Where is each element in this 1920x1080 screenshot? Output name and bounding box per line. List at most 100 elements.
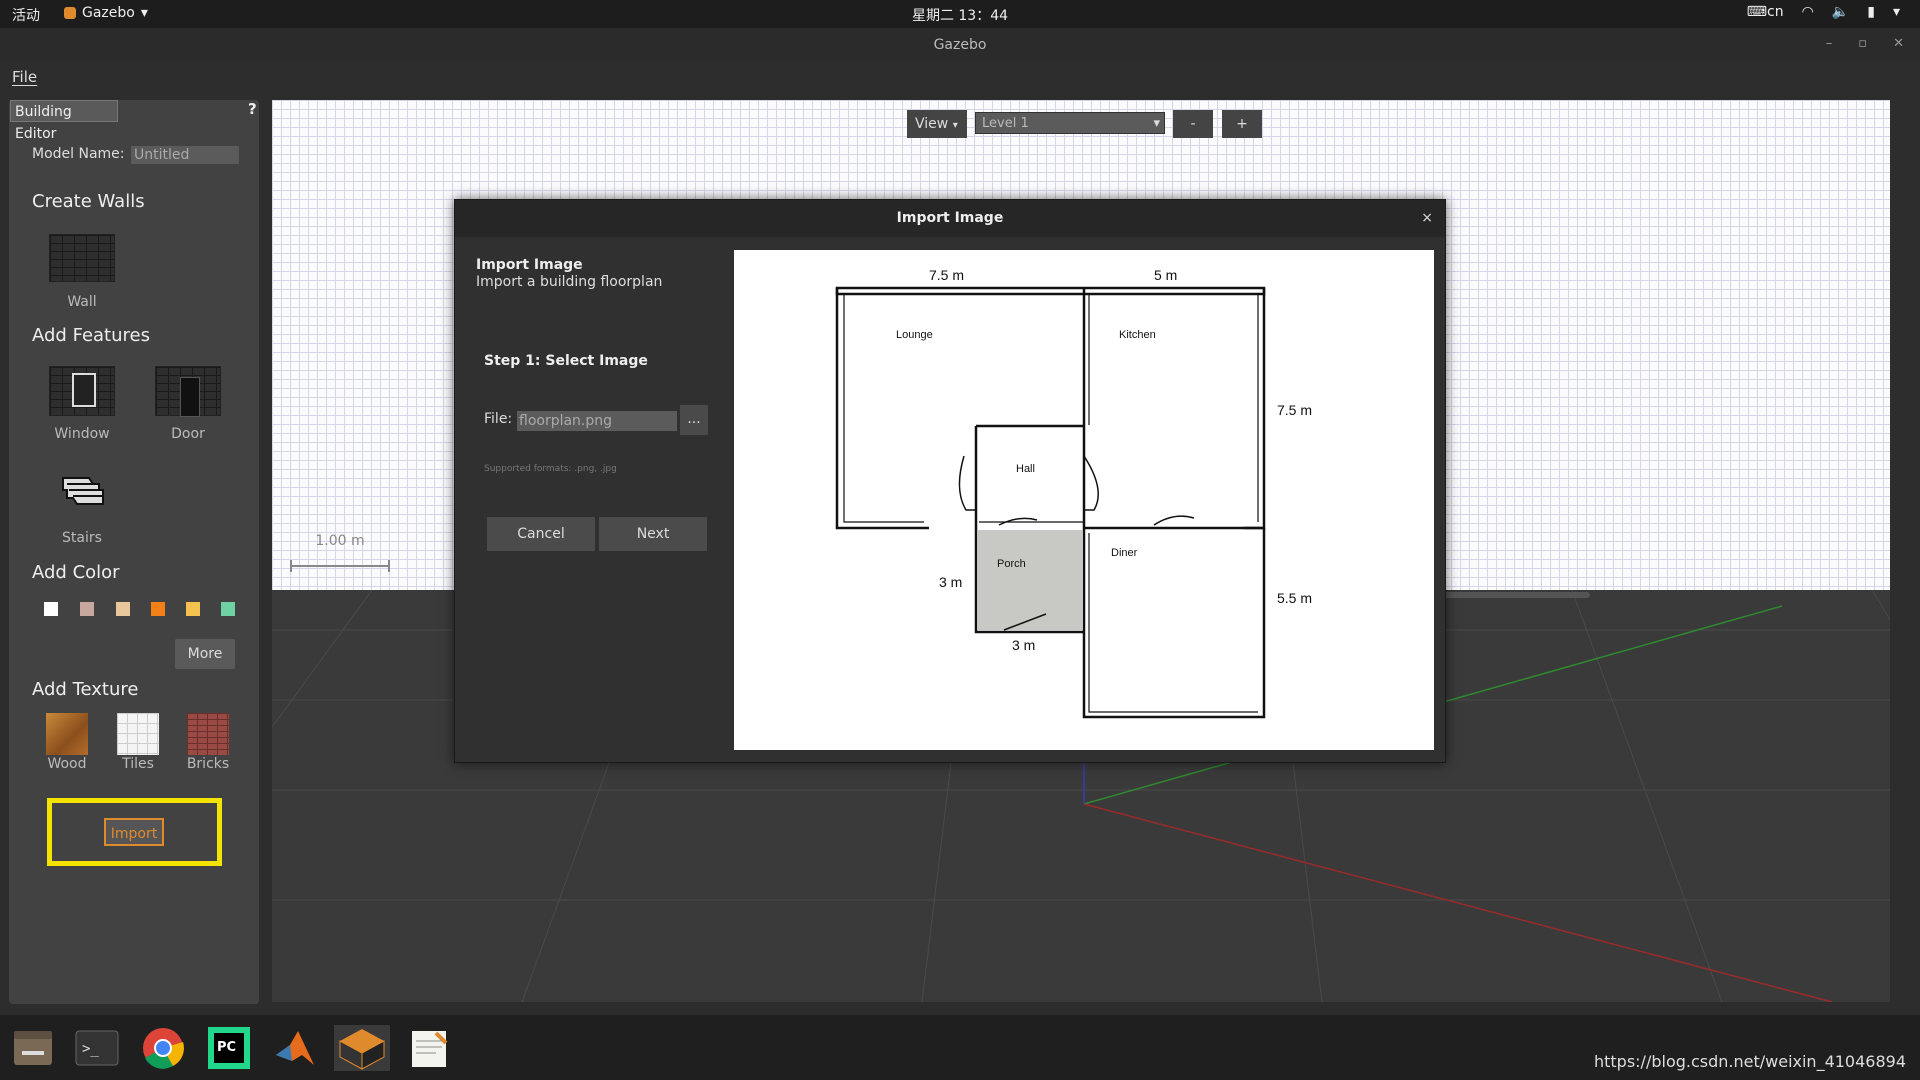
step-title: Step 1: Select Image xyxy=(484,353,648,369)
model-name-label: Model Name: xyxy=(32,146,125,162)
dialog-heading: Import Image xyxy=(476,257,583,273)
input-method-label: cn xyxy=(1767,4,1784,20)
file-label: File: xyxy=(484,411,513,427)
color-swatch[interactable] xyxy=(151,602,165,616)
svg-text:PC: PC xyxy=(217,1040,236,1055)
chevron-down-icon: ▾ xyxy=(1153,116,1160,131)
color-swatch[interactable] xyxy=(186,602,200,616)
help-icon[interactable]: ? xyxy=(248,100,257,118)
wall-label: Wall xyxy=(67,294,97,310)
import-image-dialog: Import Image × Import Image Import a bui… xyxy=(454,199,1446,763)
dim-top-left: 7.5 m xyxy=(929,267,964,283)
clock[interactable]: 星期二 13：44 xyxy=(0,5,1920,25)
system-tray: ⌨cn ◠ 🔈 ▮ ▾ xyxy=(1747,4,1900,20)
dim-right-bottom: 5.5 m xyxy=(1277,590,1312,606)
stairs-label: Stairs xyxy=(62,530,102,546)
scale-bar xyxy=(290,560,390,572)
window-label: Window xyxy=(54,426,110,442)
view-label: View xyxy=(915,116,949,132)
horizontal-scrollbar[interactable] xyxy=(1440,592,1590,598)
matlab-icon[interactable] xyxy=(272,1025,318,1071)
watermark-url: https://blog.csdn.net/weixin_41046894 xyxy=(1593,1052,1906,1071)
chevron-down-icon[interactable]: ▾ xyxy=(1893,4,1900,20)
maximize-icon[interactable]: ▫ xyxy=(1858,36,1867,51)
room-hall: Hall xyxy=(1016,463,1035,475)
supported-formats: Supported formats: .png, .jpg xyxy=(484,464,617,474)
window-title-bar: Gazebo – ▫ ✕ xyxy=(0,28,1920,63)
dim-top-right: 5 m xyxy=(1154,267,1177,283)
dim-left-porch: 3 m xyxy=(939,574,962,590)
add-level-button[interactable]: + xyxy=(1222,110,1262,138)
outer-wall xyxy=(835,288,929,530)
room-lounge: Lounge xyxy=(896,329,933,341)
add-texture-heading: Add Texture xyxy=(32,679,139,700)
wood-texture-button[interactable] xyxy=(46,713,88,755)
stairs-icon xyxy=(49,474,115,514)
more-colors-button[interactable]: More xyxy=(175,639,235,669)
color-swatch[interactable] xyxy=(44,602,58,616)
keyboard-input-method[interactable]: ⌨cn xyxy=(1747,4,1784,20)
wall-tool[interactable]: Wall xyxy=(49,234,115,310)
tiles-texture-button[interactable] xyxy=(117,713,159,755)
door-tool[interactable]: Door xyxy=(155,366,221,442)
battery-icon[interactable]: ▮ xyxy=(1867,4,1875,20)
window-controls: – ▫ ✕ xyxy=(1826,36,1904,51)
wood-label: Wood xyxy=(47,756,87,772)
pycharm-icon[interactable]: PC xyxy=(206,1025,252,1071)
wifi-icon[interactable]: ◠ xyxy=(1802,4,1814,20)
remove-level-button[interactable]: - xyxy=(1173,110,1213,138)
dialog-title: Import Image xyxy=(455,200,1445,237)
import-button[interactable]: Import xyxy=(104,818,164,846)
color-swatch[interactable] xyxy=(116,602,130,616)
view-dropdown[interactable]: View ▾ xyxy=(907,110,967,138)
menu-file[interactable]: File xyxy=(12,68,37,86)
volume-icon[interactable]: 🔈 xyxy=(1832,4,1849,20)
stairs-tool[interactable]: Stairs xyxy=(49,474,115,546)
next-button[interactable]: Next xyxy=(599,517,707,551)
color-swatch[interactable] xyxy=(221,602,235,616)
bricks-label: Bricks xyxy=(186,756,230,772)
floorplan-preview: 7.5 m 5 m 7.5 m 5.5 m 3 m 3 m Lounge Kit… xyxy=(734,250,1434,750)
window-tool[interactable]: Window xyxy=(49,366,115,442)
system-top-bar: 活动 Gazebo ▾ 星期二 13：44 ⌨cn ◠ 🔈 ▮ ▾ xyxy=(0,0,1920,28)
close-icon[interactable]: ✕ xyxy=(1893,36,1904,51)
file-field[interactable]: floorplan.png xyxy=(517,411,677,431)
dialog-subheading: Import a building floorplan xyxy=(476,274,663,290)
text-editor-icon[interactable] xyxy=(406,1025,452,1071)
scale-label: 1.00 m xyxy=(315,533,365,549)
add-color-heading: Add Color xyxy=(32,562,120,583)
level-value: Level 1 xyxy=(982,116,1029,131)
porch-floor xyxy=(978,530,1082,630)
file-manager-icon[interactable] xyxy=(10,1025,56,1071)
terminal-icon[interactable]: >_ xyxy=(74,1025,120,1071)
create-walls-heading: Create Walls xyxy=(32,191,145,212)
color-swatch[interactable] xyxy=(80,602,94,616)
menu-bar: File xyxy=(0,62,1920,92)
door-label: Door xyxy=(171,426,205,442)
browse-button[interactable]: ... xyxy=(680,405,708,435)
model-name-field[interactable]: Untitled xyxy=(131,146,239,164)
chrome-icon[interactable] xyxy=(140,1025,186,1071)
room-diner: Diner xyxy=(1111,547,1138,559)
tiles-label: Tiles xyxy=(122,756,154,772)
add-features-heading: Add Features xyxy=(32,325,150,346)
window-icon xyxy=(49,366,115,416)
tab-building-editor[interactable]: Building Editor xyxy=(10,100,118,142)
dim-right-top: 7.5 m xyxy=(1277,402,1312,418)
dim-bottom-porch: 3 m xyxy=(1012,637,1035,653)
minimize-icon[interactable]: – xyxy=(1826,36,1833,51)
room-kitchen: Kitchen xyxy=(1119,329,1156,341)
window-title: Gazebo xyxy=(933,37,987,53)
building-editor-panel xyxy=(9,100,259,1004)
chevron-down-icon: ▾ xyxy=(952,120,958,131)
gazebo-taskbar-icon[interactable] xyxy=(334,1025,390,1071)
outer-wall xyxy=(835,286,1266,296)
cancel-button[interactable]: Cancel xyxy=(487,517,595,551)
level-select[interactable]: Level 1 ▾ xyxy=(975,112,1165,134)
room-porch: Porch xyxy=(997,558,1026,570)
door-icon xyxy=(155,366,221,417)
bricks-texture-button[interactable] xyxy=(187,713,229,755)
svg-text:>_: >_ xyxy=(82,1041,99,1057)
close-icon[interactable]: × xyxy=(1421,200,1433,237)
wall-icon xyxy=(49,234,115,282)
